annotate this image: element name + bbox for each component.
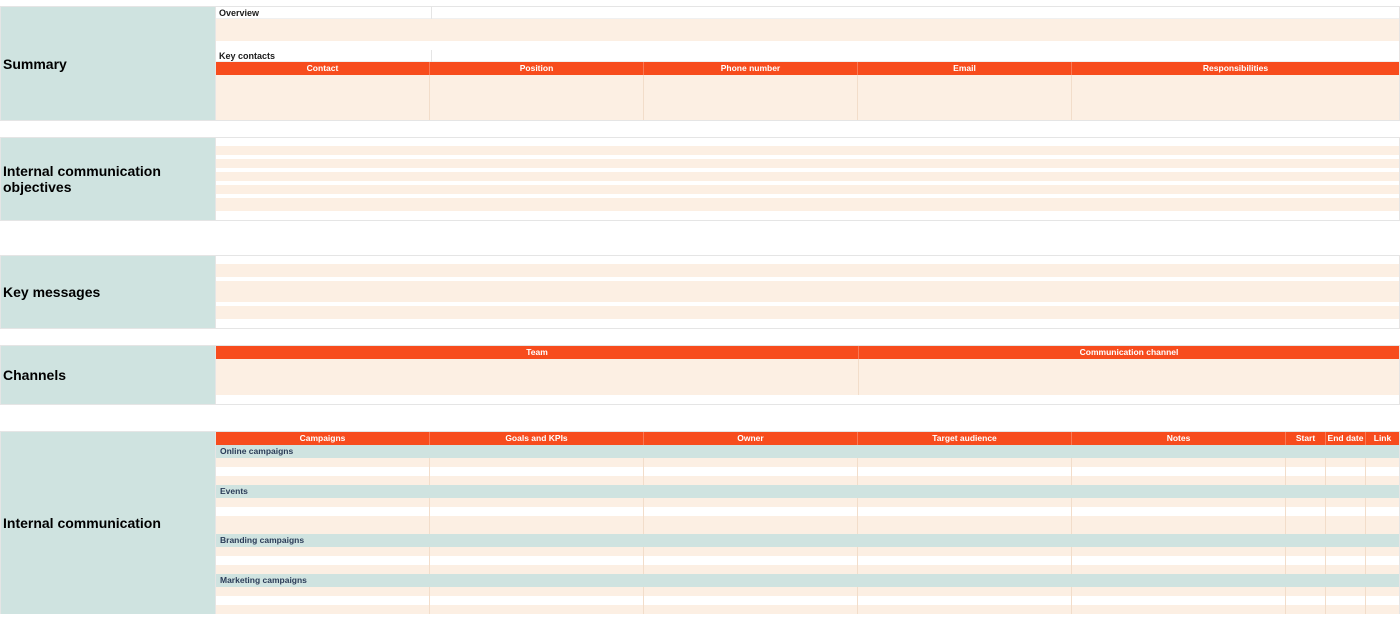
col-email: Email	[858, 62, 1072, 75]
objective-row[interactable]	[216, 172, 1399, 181]
gap-row	[216, 395, 1399, 404]
gap-row	[216, 256, 1399, 264]
table-row[interactable]	[216, 556, 1399, 565]
group-events: Events	[216, 485, 1399, 498]
col-start-date: Start date	[1286, 432, 1326, 445]
col-owner: Owner	[644, 432, 858, 445]
section-title-objectives: Internal communication objectives	[1, 138, 216, 220]
group-branding-campaigns: Branding campaigns	[216, 534, 1399, 547]
table-row[interactable]	[216, 102, 1399, 111]
section-title-key-messages: Key messages	[1, 256, 216, 328]
section-key-messages: Key messages	[0, 255, 1400, 329]
table-row[interactable]	[216, 565, 1399, 574]
overview-label: Overview	[219, 7, 432, 19]
contacts-table-header: Contact Position Phone number Email Resp…	[216, 62, 1399, 75]
col-audience: Target audience	[858, 432, 1072, 445]
key-message-row[interactable]	[216, 281, 1399, 302]
section-internal-communication: Internal communication Campaigns Goals a…	[0, 431, 1400, 614]
table-row[interactable]	[216, 458, 1399, 467]
section-objectives: Internal communication objectives	[0, 137, 1400, 221]
col-responsibilities: Responsibilities	[1072, 62, 1399, 75]
table-row[interactable]	[216, 111, 1399, 120]
col-channel: Communication channel	[859, 346, 1399, 359]
table-row[interactable]	[216, 525, 1399, 534]
overview-content[interactable]	[216, 19, 1399, 41]
channels-rows	[216, 359, 1399, 404]
table-row[interactable]	[216, 516, 1399, 525]
objective-row[interactable]	[216, 198, 1399, 211]
table-row[interactable]	[216, 93, 1399, 102]
overview-header-row: Overview	[216, 7, 1399, 19]
table-row[interactable]	[216, 368, 1399, 377]
col-goals: Goals and KPIs	[430, 432, 644, 445]
col-phone: Phone number	[644, 62, 858, 75]
col-link: Link	[1366, 432, 1399, 445]
objective-row[interactable]	[216, 185, 1399, 194]
gap-row	[216, 138, 1399, 146]
table-row[interactable]	[216, 359, 1399, 368]
group-online-campaigns: Online campaigns	[216, 445, 1399, 458]
col-team: Team	[216, 346, 859, 359]
section-title-internal-communication: Internal communication	[1, 432, 216, 614]
table-row[interactable]	[216, 377, 1399, 386]
table-row[interactable]	[216, 547, 1399, 556]
table-row[interactable]	[216, 75, 1399, 84]
table-row[interactable]	[216, 84, 1399, 93]
col-position: Position	[430, 62, 644, 75]
table-row[interactable]	[216, 587, 1399, 596]
col-contact: Contact	[216, 62, 430, 75]
objective-row[interactable]	[216, 146, 1399, 155]
objective-row[interactable]	[216, 159, 1399, 168]
contacts-rows	[216, 75, 1399, 120]
channels-table-header: Team Communication channel	[216, 346, 1399, 359]
table-row[interactable]	[216, 498, 1399, 507]
gap-row	[216, 41, 1399, 50]
key-contacts-header-row: Key contacts	[216, 50, 1399, 62]
key-contacts-label: Key contacts	[219, 50, 432, 62]
key-message-row[interactable]	[216, 264, 1399, 277]
group-marketing-campaigns: Marketing campaigns	[216, 574, 1399, 587]
section-title-summary: Summary	[1, 7, 216, 120]
section-title-channels: Channels	[1, 346, 216, 404]
campaigns-table-header: Campaigns Goals and KPIs Owner Target au…	[216, 432, 1399, 445]
table-row[interactable]	[216, 605, 1399, 614]
table-row[interactable]	[216, 386, 1399, 395]
table-row[interactable]	[216, 596, 1399, 605]
key-message-row[interactable]	[216, 306, 1399, 319]
table-row[interactable]	[216, 476, 1399, 485]
col-campaigns: Campaigns	[216, 432, 430, 445]
table-row[interactable]	[216, 467, 1399, 476]
col-notes: Notes	[1072, 432, 1286, 445]
gap-row	[216, 211, 1399, 220]
section-channels: Channels Team Communication channel	[0, 345, 1400, 405]
col-end-date: End date	[1326, 432, 1366, 445]
gap-row	[216, 319, 1399, 328]
section-summary: Summary Overview Key contacts Contact Po…	[0, 6, 1400, 121]
table-row[interactable]	[216, 507, 1399, 516]
